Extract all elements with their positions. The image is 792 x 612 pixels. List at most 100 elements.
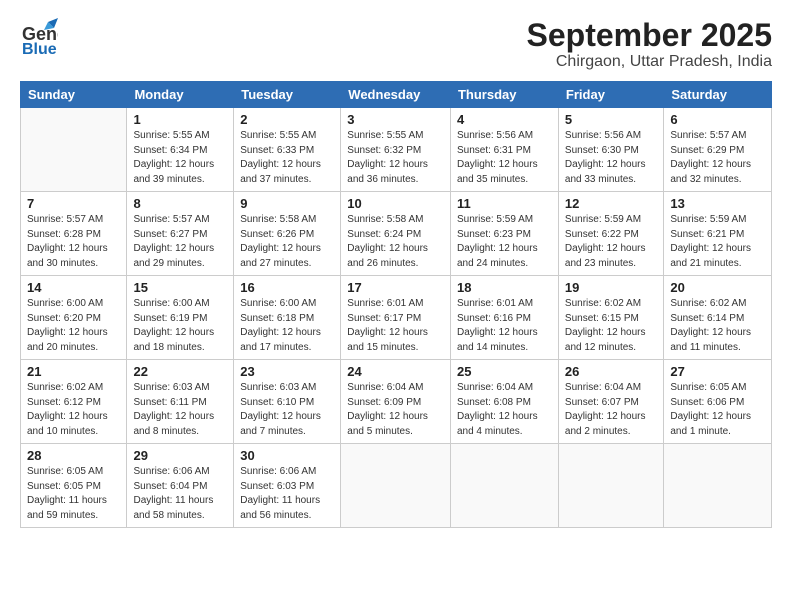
col-saturday: Saturday [664,82,772,108]
day-number: 26 [565,364,657,379]
day-info: Sunrise: 5:59 AM Sunset: 6:21 PM Dayligh… [670,213,765,271]
col-thursday: Thursday [450,82,558,108]
table-row: 20Sunrise: 6:02 AM Sunset: 6:14 PM Dayli… [664,276,772,360]
day-number: 29 [133,448,227,463]
day-number: 4 [457,112,552,127]
table-row: 19 Sunrise: 6:02 AM Sunset: 6:15 PM Dayli… [558,276,663,360]
calendar-table: Sunday Monday Tuesday Wednesday Thursday… [20,81,772,528]
day-number: 14 [27,280,120,295]
day-number: 5 [565,112,657,127]
header: General Blue September 2025 Chirgaon, Ut… [20,18,772,71]
day-number: 19 [565,280,657,295]
day-info: Sunrise: 5:57 AM Sunset: 6:27 PM Dayligh… [133,213,227,271]
table-row [21,108,127,192]
table-row: 28 Sunrise: 6:05 AM Sunset: 6:05 PM Dayli… [21,444,127,528]
table-row: 16 Sunrise: 6:00 AM Sunset: 6:18 PM Dayli… [234,276,341,360]
day-number: 20 [670,280,765,295]
day-info: Sunrise: 6:06 AM Sunset: 6:04 PM Dayligh… [133,465,227,523]
table-row: 14 Sunrise: 6:00 AM Sunset: 6:20 PM Dayli… [21,276,127,360]
day-number: 28 [27,448,120,463]
table-row: 1 Sunrise: 5:55 AM Sunset: 6:34 PM Daylig… [127,108,234,192]
day-info: Sunrise: 6:00 AM Sunset: 6:20 PM Dayligh… [27,297,120,355]
day-number: 24 [347,364,444,379]
table-row: 18 Sunrise: 6:01 AM Sunset: 6:16 PM Dayli… [450,276,558,360]
col-sunday: Sunday [21,82,127,108]
page: General Blue September 2025 Chirgaon, Ut… [0,0,792,612]
table-row [450,444,558,528]
day-number: 9 [240,196,334,211]
col-monday: Monday [127,82,234,108]
table-row: 8 Sunrise: 5:57 AM Sunset: 6:27 PM Daylig… [127,192,234,276]
day-number: 23 [240,364,334,379]
logo-icon: General Blue [20,18,58,56]
day-number: 1 [133,112,227,127]
day-number: 8 [133,196,227,211]
table-row [558,444,663,528]
table-row: 3 Sunrise: 5:55 AM Sunset: 6:32 PM Daylig… [341,108,451,192]
day-info: Sunrise: 6:04 AM Sunset: 6:07 PM Dayligh… [565,381,657,439]
table-row: 23 Sunrise: 6:03 AM Sunset: 6:10 PM Dayli… [234,360,341,444]
day-info: Sunrise: 5:55 AM Sunset: 6:34 PM Dayligh… [133,129,227,187]
day-info: Sunrise: 6:03 AM Sunset: 6:11 PM Dayligh… [133,381,227,439]
table-row: 6Sunrise: 5:57 AM Sunset: 6:29 PM Daylig… [664,108,772,192]
day-info: Sunrise: 6:06 AM Sunset: 6:03 PM Dayligh… [240,465,334,523]
day-info: Sunrise: 5:55 AM Sunset: 6:32 PM Dayligh… [347,129,444,187]
table-row: 9 Sunrise: 5:58 AM Sunset: 6:26 PM Daylig… [234,192,341,276]
table-row: 15 Sunrise: 6:00 AM Sunset: 6:19 PM Dayli… [127,276,234,360]
day-number: 12 [565,196,657,211]
day-number: 18 [457,280,552,295]
svg-text:Blue: Blue [22,41,57,56]
day-number: 17 [347,280,444,295]
logo: General Blue [20,18,58,56]
table-row: 25Sunrise: 6:04 AM Sunset: 6:08 PM Dayli… [450,360,558,444]
day-info: Sunrise: 6:05 AM Sunset: 6:06 PM Dayligh… [670,381,765,439]
day-info: Sunrise: 6:04 AM Sunset: 6:09 PM Dayligh… [347,381,444,439]
title-block: September 2025 Chirgaon, Uttar Pradesh, … [527,18,772,71]
day-info: Sunrise: 6:02 AM Sunset: 6:15 PM Dayligh… [565,297,657,355]
table-row [341,444,451,528]
day-number: 11 [457,196,552,211]
day-number: 13 [670,196,765,211]
day-number: 27 [670,364,765,379]
table-row: 24 Sunrise: 6:04 AM Sunset: 6:09 PM Dayli… [341,360,451,444]
day-number: 30 [240,448,334,463]
col-friday: Friday [558,82,663,108]
day-info: Sunrise: 6:00 AM Sunset: 6:18 PM Dayligh… [240,297,334,355]
day-number: 7 [27,196,120,211]
day-info: Sunrise: 5:58 AM Sunset: 6:26 PM Dayligh… [240,213,334,271]
day-info: Sunrise: 6:02 AM Sunset: 6:12 PM Dayligh… [27,381,120,439]
day-info: Sunrise: 5:58 AM Sunset: 6:24 PM Dayligh… [347,213,444,271]
col-wednesday: Wednesday [341,82,451,108]
page-title: September 2025 [527,18,772,53]
day-number: 15 [133,280,227,295]
day-number: 2 [240,112,334,127]
day-info: Sunrise: 5:59 AM Sunset: 6:22 PM Dayligh… [565,213,657,271]
day-info: Sunrise: 5:57 AM Sunset: 6:29 PM Dayligh… [670,129,765,187]
col-tuesday: Tuesday [234,82,341,108]
day-info: Sunrise: 6:01 AM Sunset: 6:17 PM Dayligh… [347,297,444,355]
page-subtitle: Chirgaon, Uttar Pradesh, India [527,53,772,71]
day-info: Sunrise: 5:57 AM Sunset: 6:28 PM Dayligh… [27,213,120,271]
day-number: 16 [240,280,334,295]
day-number: 22 [133,364,227,379]
day-number: 25 [457,364,552,379]
day-info: Sunrise: 6:00 AM Sunset: 6:19 PM Dayligh… [133,297,227,355]
table-row: 4 Sunrise: 5:56 AM Sunset: 6:31 PM Daylig… [450,108,558,192]
day-info: Sunrise: 6:03 AM Sunset: 6:10 PM Dayligh… [240,381,334,439]
day-info: Sunrise: 5:56 AM Sunset: 6:31 PM Dayligh… [457,129,552,187]
day-info: Sunrise: 5:59 AM Sunset: 6:23 PM Dayligh… [457,213,552,271]
day-info: Sunrise: 5:55 AM Sunset: 6:33 PM Dayligh… [240,129,334,187]
day-info: Sunrise: 6:01 AM Sunset: 6:16 PM Dayligh… [457,297,552,355]
table-row: 21 Sunrise: 6:02 AM Sunset: 6:12 PM Dayli… [21,360,127,444]
day-number: 3 [347,112,444,127]
table-row: 22 Sunrise: 6:03 AM Sunset: 6:11 PM Dayli… [127,360,234,444]
day-info: Sunrise: 5:56 AM Sunset: 6:30 PM Dayligh… [565,129,657,187]
day-number: 10 [347,196,444,211]
table-row: 10 Sunrise: 5:58 AM Sunset: 6:24 PM Dayli… [341,192,451,276]
day-info: Sunrise: 6:05 AM Sunset: 6:05 PM Dayligh… [27,465,120,523]
table-row: 30 Sunrise: 6:06 AM Sunset: 6:03 PM Dayli… [234,444,341,528]
table-row: 27 Sunrise: 6:05 AM Sunset: 6:06 PM Dayli… [664,360,772,444]
table-row: 11 Sunrise: 5:59 AM Sunset: 6:23 PM Dayli… [450,192,558,276]
day-number: 21 [27,364,120,379]
table-row: 7 Sunrise: 5:57 AM Sunset: 6:28 PM Daylig… [21,192,127,276]
